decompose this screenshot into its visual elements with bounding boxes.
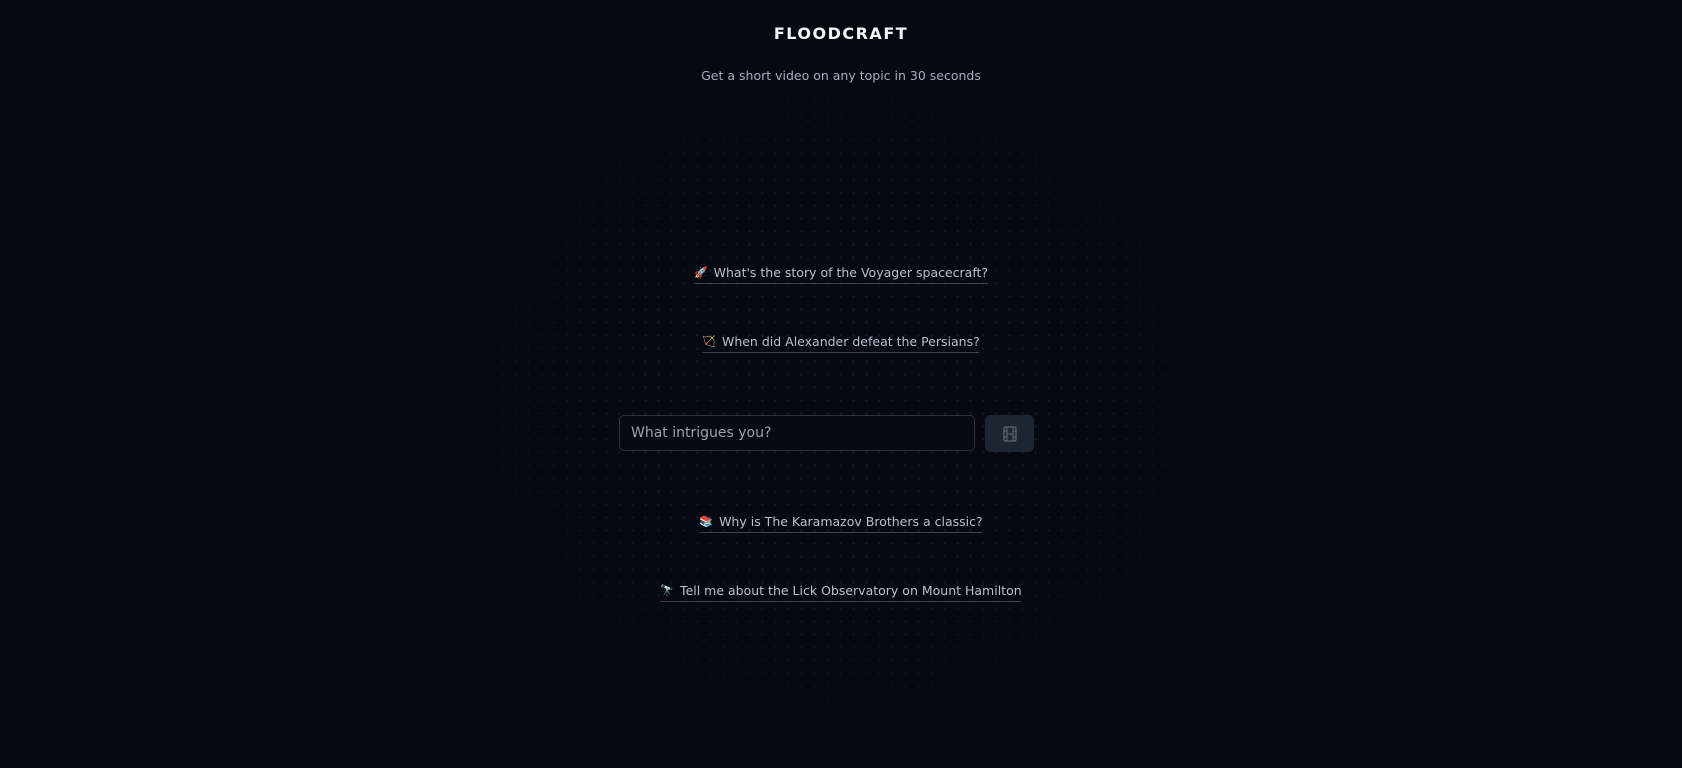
generate-video-button[interactable]	[985, 415, 1034, 452]
suggestion-karamazov[interactable]: 📚 Why is The Karamazov Brothers a classi…	[699, 514, 983, 533]
prompt-form	[619, 415, 1034, 452]
suggestion-lick-observatory[interactable]: 🔭 Tell me about the Lick Observatory on …	[660, 583, 1022, 602]
rocket-icon: 🚀	[693, 266, 708, 279]
suggestion-alexander[interactable]: 🏹 When did Alexander defeat the Persians…	[702, 334, 980, 353]
suggestion-voyager[interactable]: 🚀 What's the story of the Voyager spacec…	[693, 265, 989, 284]
film-icon	[1002, 425, 1017, 442]
dot-grid-background	[0, 0, 1682, 768]
app-subtitle: Get a short video on any topic in 30 sec…	[701, 68, 981, 83]
suggestion-text: When did Alexander defeat the Persians?	[721, 334, 980, 349]
suggestion-text: Tell me about the Lick Observatory on Mo…	[680, 583, 1022, 598]
prompt-input[interactable]	[619, 415, 975, 451]
suggestion-text: What's the story of the Voyager spacecra…	[713, 265, 989, 280]
page: FLOODCRAFT Get a short video on any topi…	[0, 0, 1682, 768]
books-icon: 📚	[699, 515, 714, 528]
suggestion-text: Why is The Karamazov Brothers a classic?	[719, 514, 983, 529]
app-title: FLOODCRAFT	[773, 24, 909, 43]
bow-and-arrow-icon: 🏹	[702, 335, 716, 348]
telescope-icon: 🔭	[660, 584, 675, 597]
